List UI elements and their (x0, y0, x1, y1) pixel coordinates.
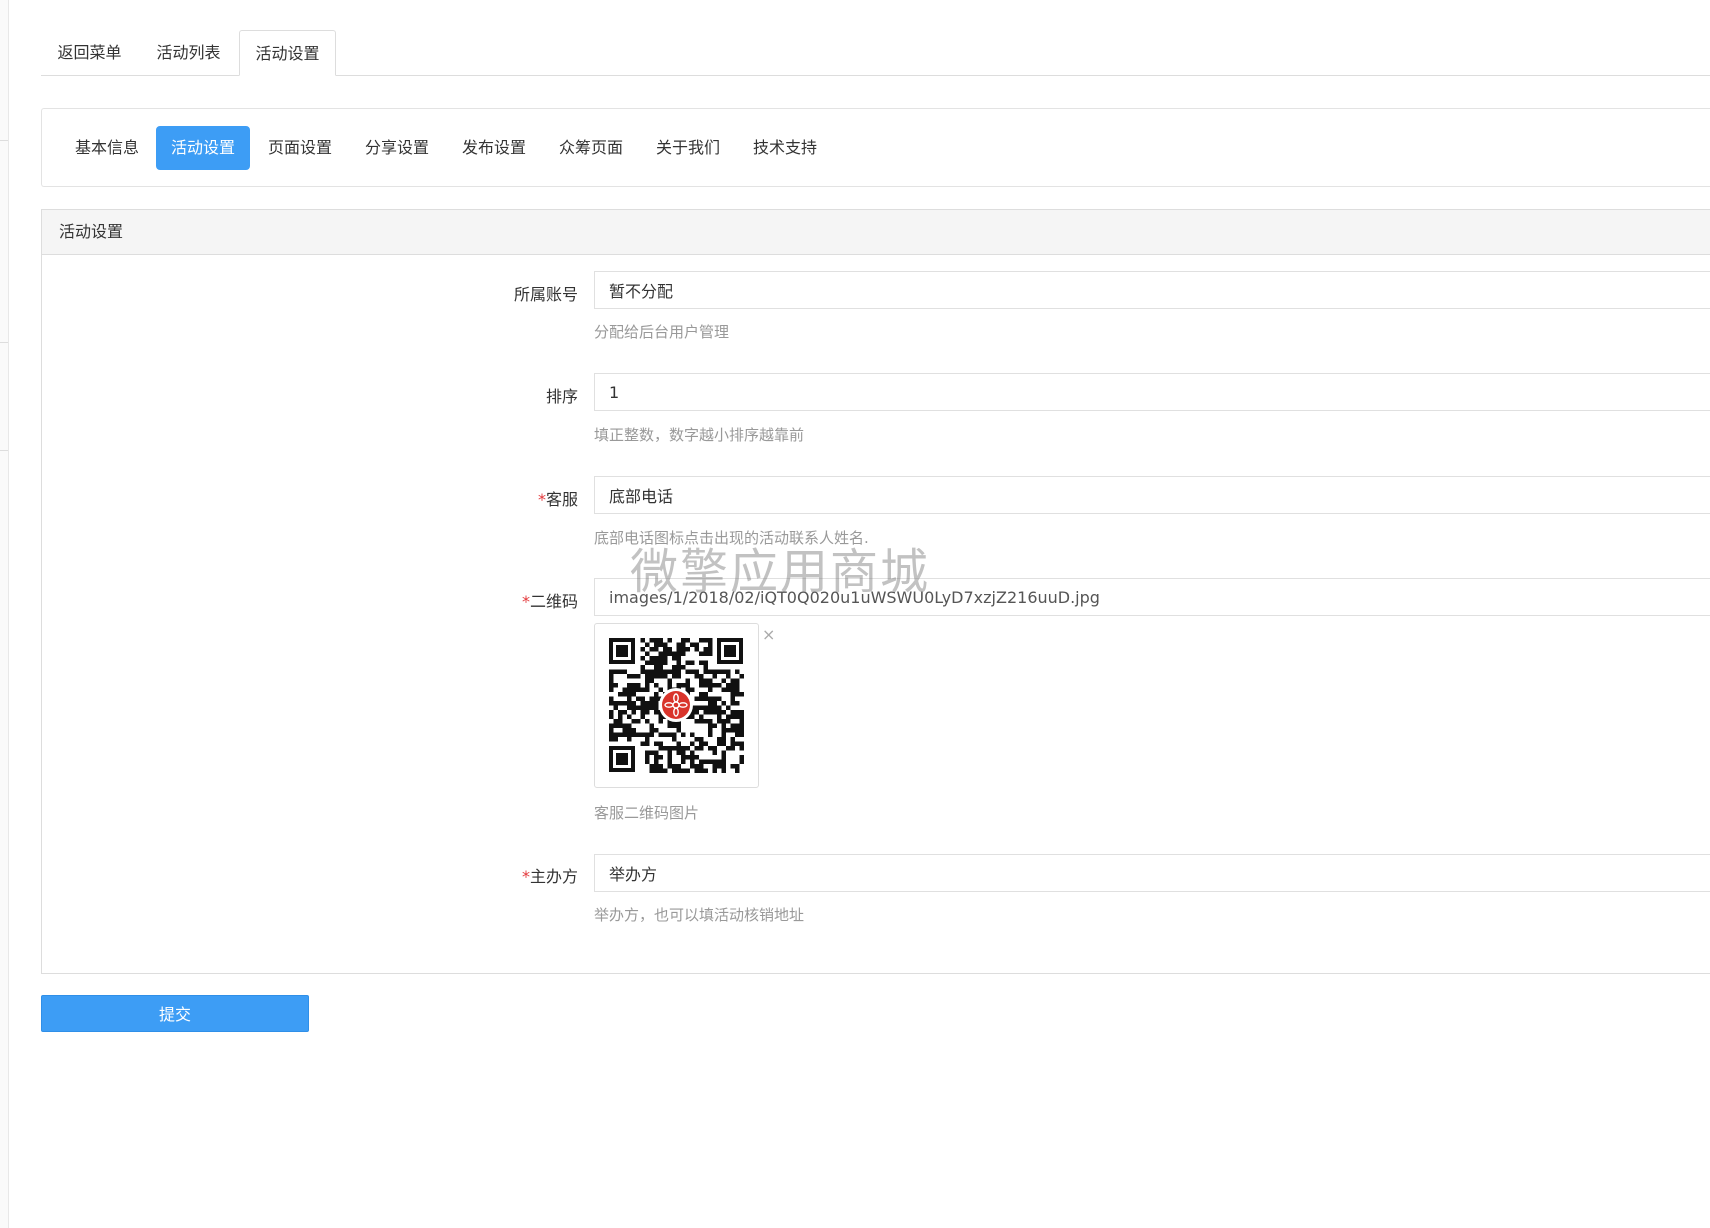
sub-nav-page-settings[interactable]: 页面设置 (253, 126, 347, 170)
rail-divider (0, 342, 8, 343)
service-help: 底部电话图标点击出现的活动联系人姓名. (594, 529, 869, 547)
qrcode-path-field[interactable] (594, 578, 1710, 616)
account-field[interactable] (594, 271, 1710, 309)
left-rail (0, 0, 9, 1228)
sub-nav-about-us[interactable]: 关于我们 (641, 126, 735, 170)
submit-button[interactable]: 提交 (41, 995, 309, 1032)
qrcode-label: *二维码 (521, 592, 578, 611)
qrcode-help: 客服二维码图片 (594, 804, 700, 822)
sub-nav-share-settings[interactable]: 分享设置 (350, 126, 444, 170)
sub-nav-basic-info[interactable]: 基本信息 (60, 126, 154, 170)
qrcode-thumbnail[interactable] (594, 623, 759, 788)
tab-back-to-menu[interactable]: 返回菜单 (41, 30, 138, 75)
organizer-field[interactable] (594, 854, 1710, 892)
rail-divider (0, 140, 8, 141)
account-help: 分配给后台用户管理 (594, 323, 730, 341)
tab-activity-settings[interactable]: 活动设置 (239, 30, 336, 76)
settings-sub-nav: 基本信息 活动设置 页面设置 分享设置 发布设置 众筹页面 关于我们 技术支持 (41, 108, 1710, 187)
sub-nav-publish-settings[interactable]: 发布设置 (447, 126, 541, 170)
activity-settings-panel: 活动设置 所属账号 分配给后台用户管理 排序 填正整数，数字越小排序越靠前 *客… (41, 209, 1710, 974)
panel-title: 活动设置 (42, 210, 1710, 255)
account-label: 所属账号 (513, 285, 578, 304)
service-field[interactable] (594, 476, 1710, 514)
sub-nav-crowdfunding-page[interactable]: 众筹页面 (544, 126, 638, 170)
rail-divider (0, 450, 8, 451)
service-label: *客服 (537, 490, 578, 509)
remove-image-icon[interactable]: × (762, 627, 775, 643)
qrcode-image (609, 638, 744, 773)
sub-nav-activity-settings[interactable]: 活动设置 (156, 126, 250, 170)
organizer-help: 举办方，也可以填活动核销地址 (594, 906, 805, 924)
top-tabs: 返回菜单 活动列表 活动设置 (41, 30, 1710, 76)
organizer-label: *主办方 (521, 867, 578, 886)
sort-help: 填正整数，数字越小排序越靠前 (594, 426, 805, 444)
sub-nav-tech-support[interactable]: 技术支持 (738, 126, 832, 170)
tab-activity-list[interactable]: 活动列表 (140, 30, 237, 75)
sort-label: 排序 (545, 387, 578, 406)
sort-field[interactable] (594, 373, 1710, 411)
